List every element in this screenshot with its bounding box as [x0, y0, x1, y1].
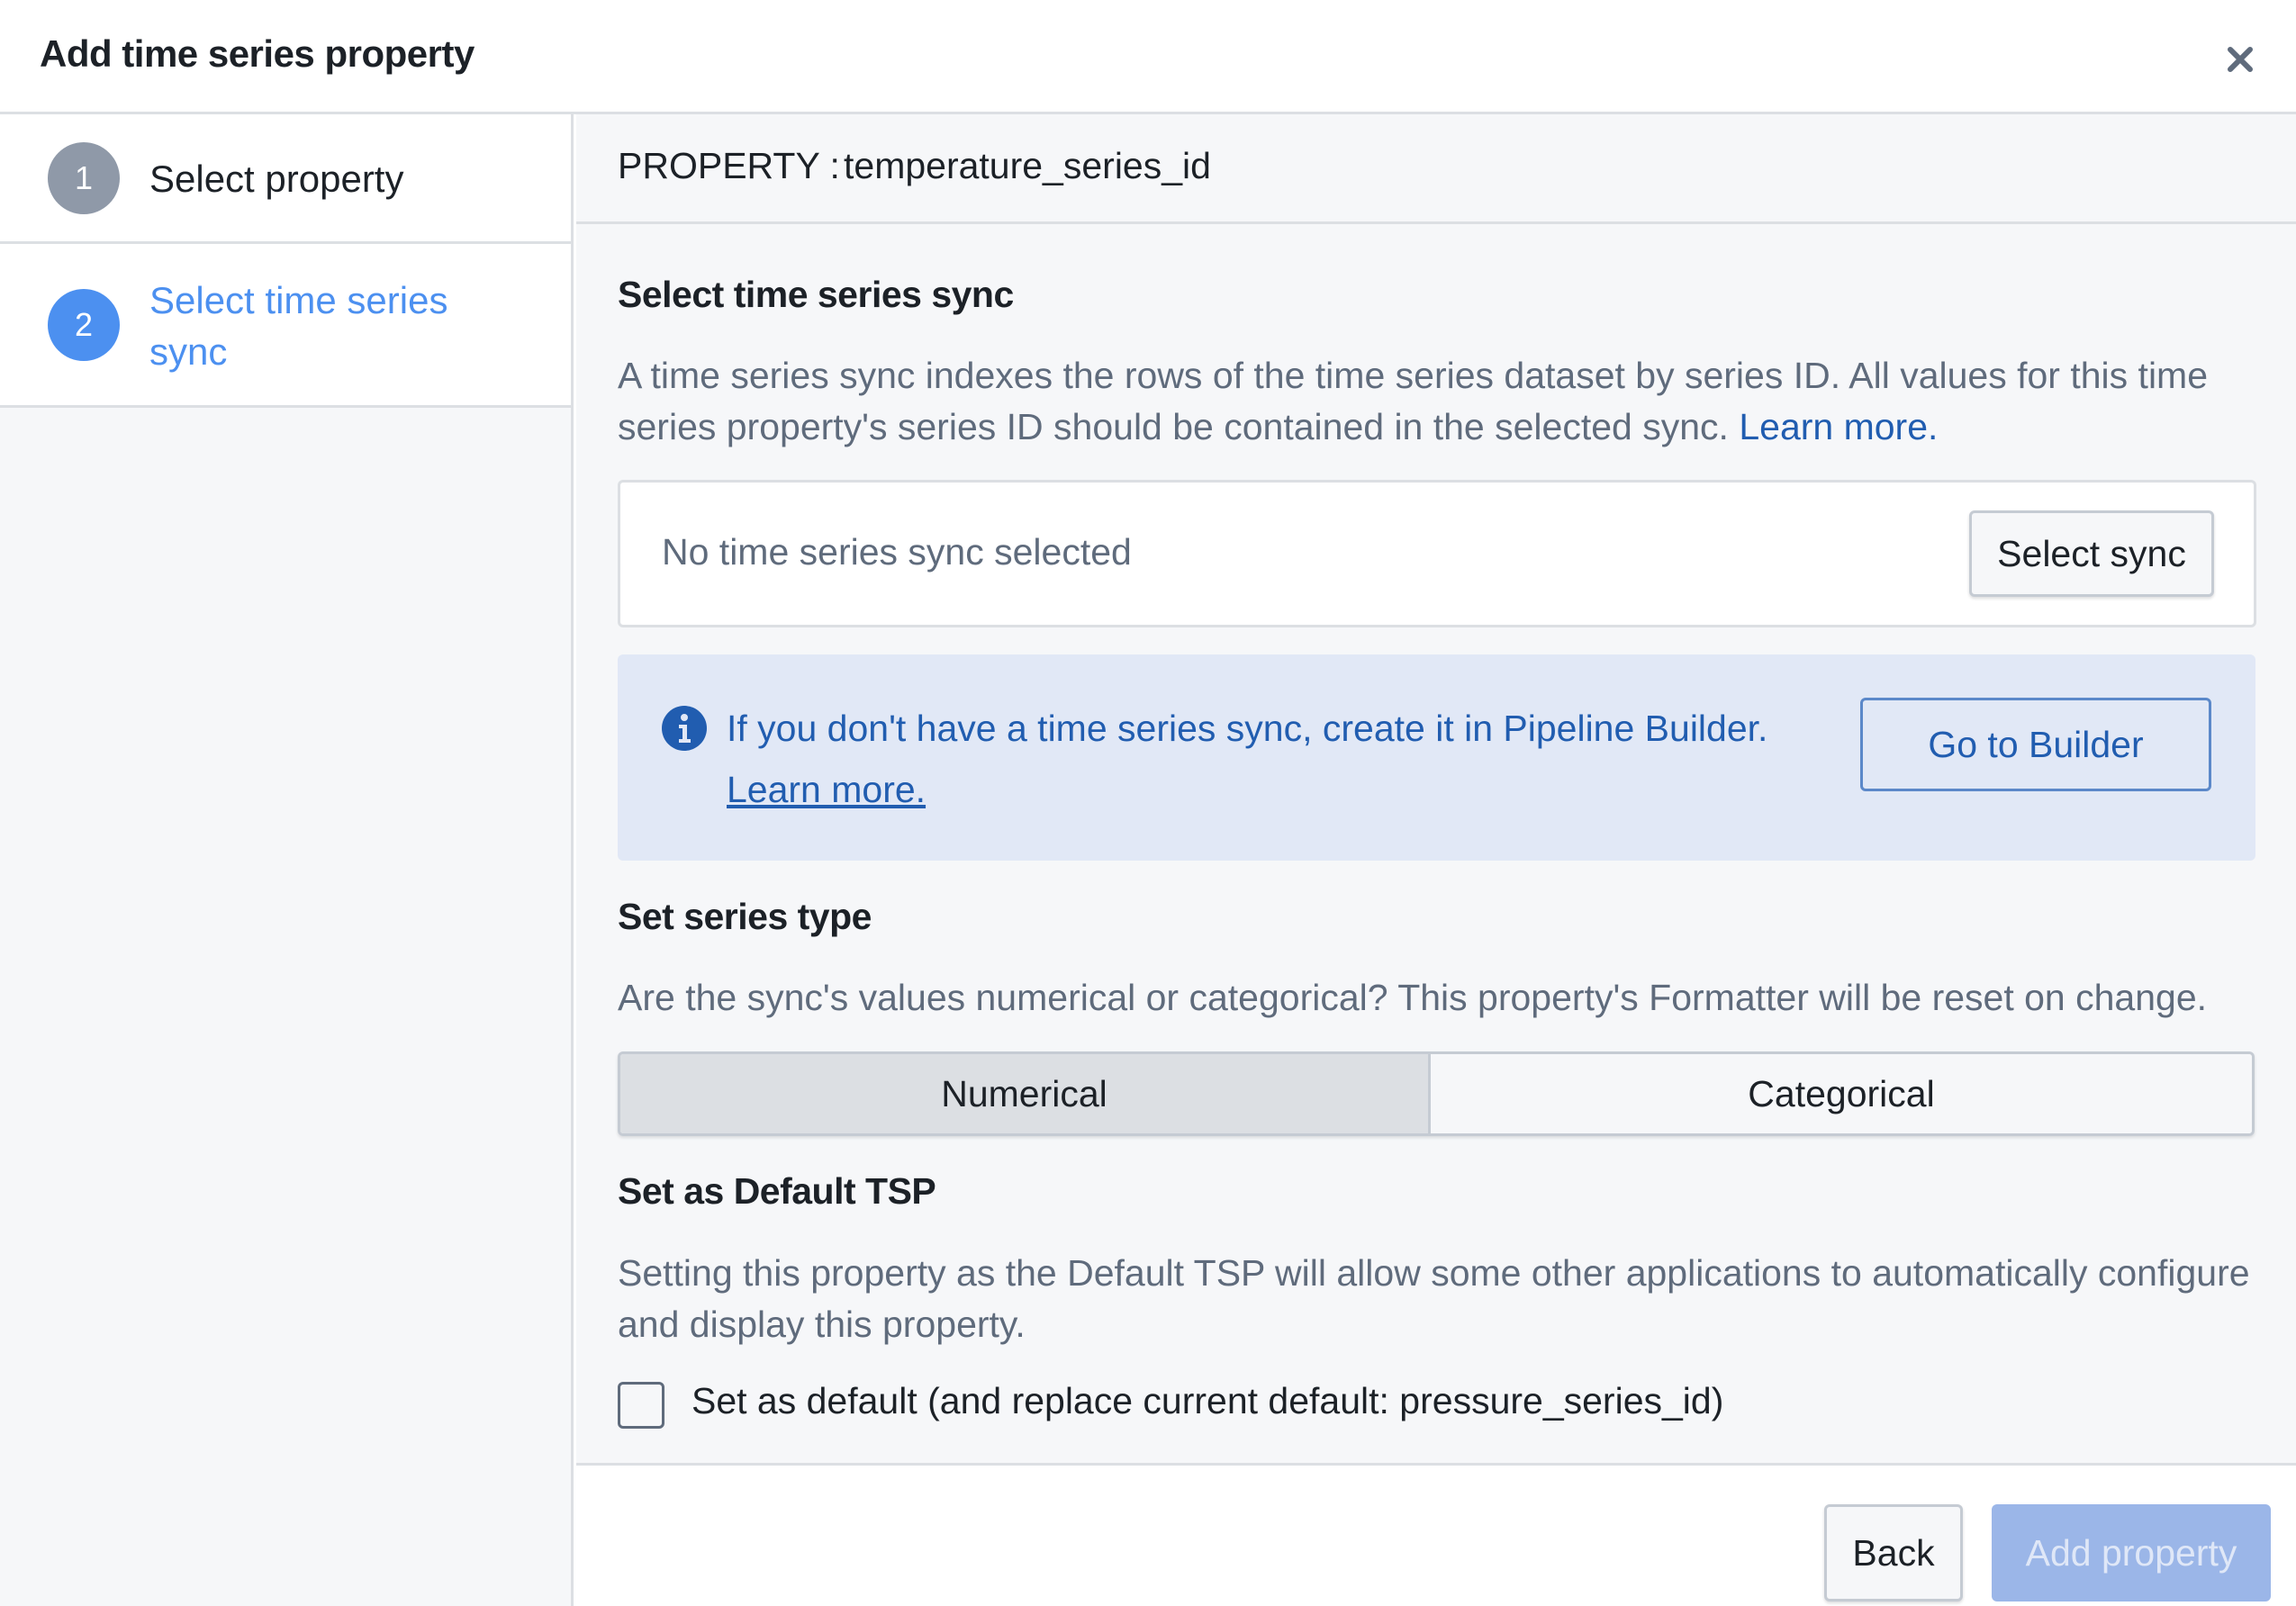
dialog-header: Add time series property [0, 0, 2296, 114]
sync-selector: No time series sync selected Select sync [618, 480, 2256, 627]
step-select-time-series-sync[interactable]: 2 Select time series sync [0, 244, 571, 408]
property-value: temperature_series_id [844, 145, 1211, 186]
step-label: Select property [149, 158, 404, 200]
sync-empty-state: No time series sync selected [662, 531, 1132, 573]
add-property-button[interactable]: Add property [1992, 1504, 2271, 1601]
property-bar: PROPERTY : temperature_series_id [576, 114, 2296, 224]
sync-description-text: A time series sync indexes the rows of t… [618, 355, 2209, 447]
close-button[interactable] [2217, 36, 2264, 83]
dialog-footer: Back Add property [576, 1463, 2296, 1606]
step-select-property[interactable]: 1 Select property [0, 114, 571, 244]
set-default-checkbox[interactable] [618, 1382, 664, 1429]
close-icon [2228, 47, 2253, 72]
step-number-badge: 1 [48, 142, 120, 214]
series-type-description: Are the sync's values numerical or categ… [618, 977, 2208, 1018]
stepper-sidebar: 1 Select property 2 Select time series s… [0, 114, 574, 1606]
series-type-segmented-control: Numerical Categorical [618, 1051, 2255, 1136]
default-tsp-description: Setting this property as the Default TSP… [618, 1252, 2250, 1345]
callout-learn-more-link[interactable]: Learn more. [727, 769, 926, 810]
info-icon [662, 706, 707, 751]
select-sync-button[interactable]: Select sync [1969, 510, 2214, 597]
series-type-title: Set series type [618, 896, 872, 937]
default-tsp-title: Set as Default TSP [618, 1170, 936, 1212]
back-button[interactable]: Back [1824, 1504, 1963, 1601]
step-label: Select time series sync [149, 279, 448, 373]
set-default-checkbox-label[interactable]: Set as default (and replace current defa… [692, 1380, 1723, 1422]
property-label: PROPERTY : [618, 145, 840, 186]
callout-text: If you don't have a time series sync, cr… [727, 708, 1768, 749]
sync-section-title: Select time series sync [618, 274, 1014, 315]
sync-learn-more-link[interactable]: Learn more. [1739, 406, 1938, 447]
sync-section-description: A time series sync indexes the rows of t… [618, 350, 2274, 453]
series-type-categorical[interactable]: Categorical [1431, 1054, 2252, 1133]
callout-message: If you don't have a time series sync, cr… [727, 698, 1807, 820]
series-type-numerical[interactable]: Numerical [620, 1054, 1431, 1133]
go-to-builder-button[interactable]: Go to Builder [1860, 698, 2211, 791]
main-panel: PROPERTY : temperature_series_id Select … [576, 114, 2296, 1463]
step-number-badge: 2 [48, 289, 120, 361]
pipeline-builder-callout: If you don't have a time series sync, cr… [618, 654, 2255, 861]
dialog-title: Add time series property [40, 32, 475, 75]
